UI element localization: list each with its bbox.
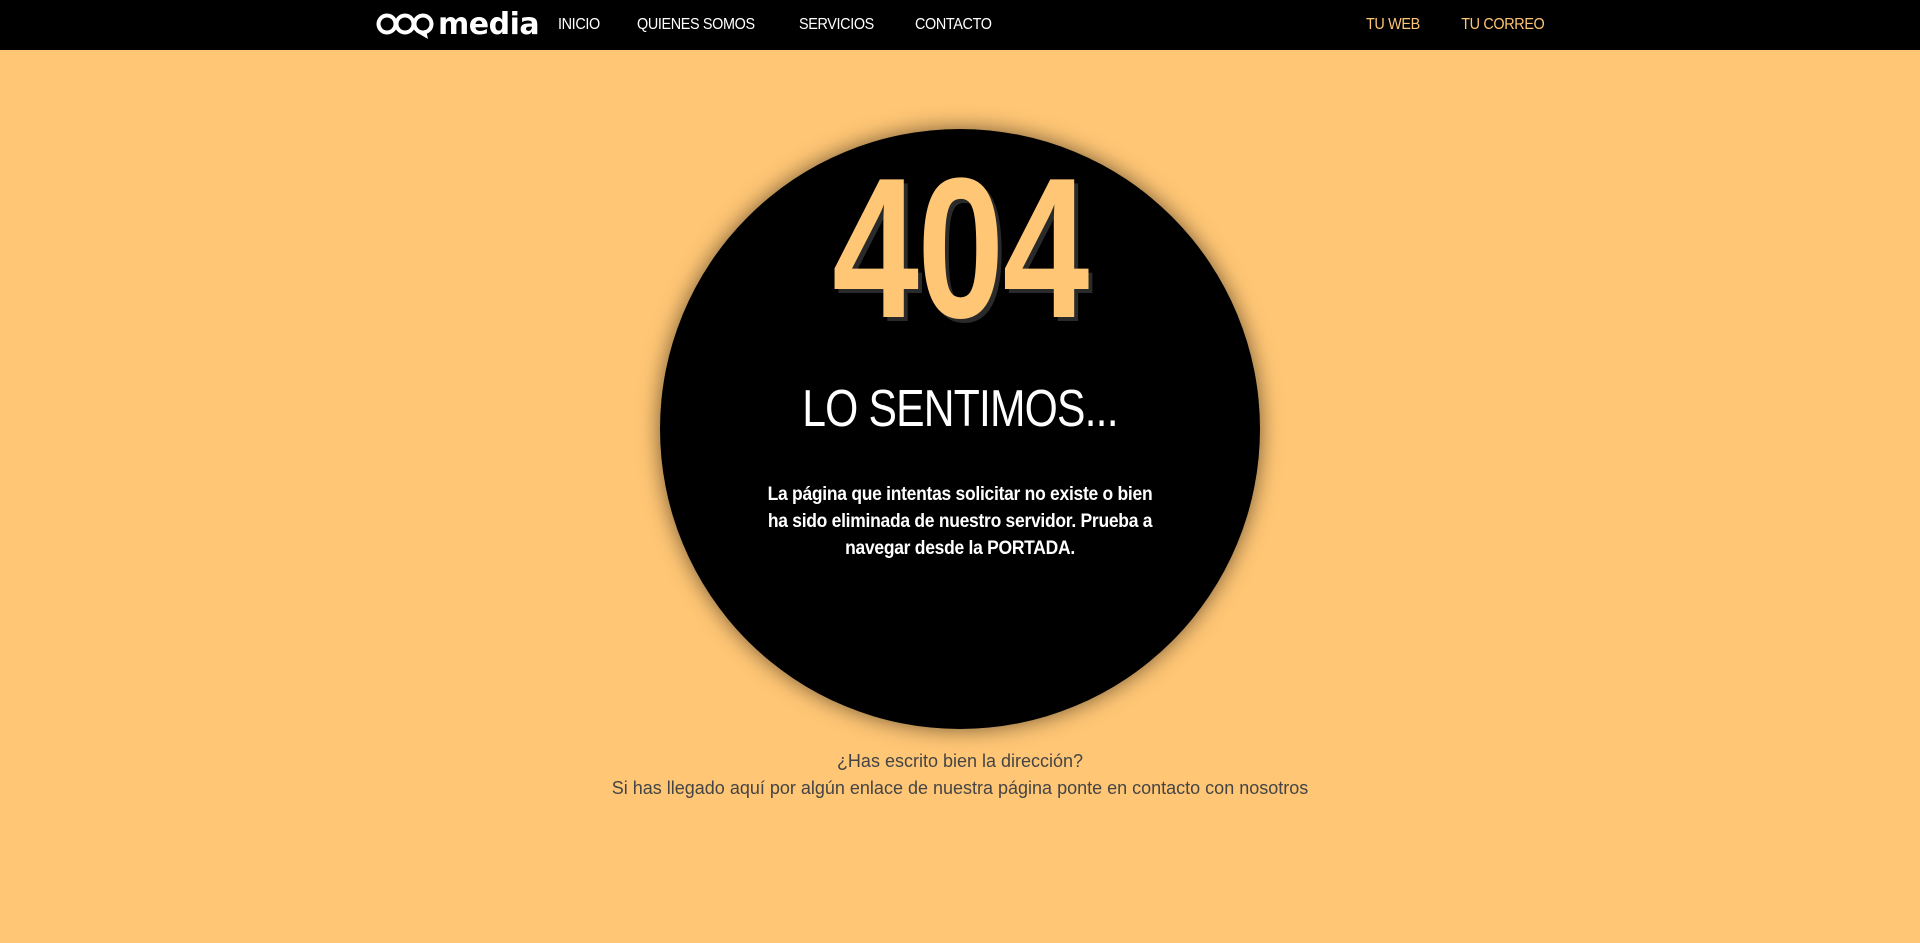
nav-inicio[interactable]: INICIO (558, 16, 600, 34)
error-code: 404 (832, 137, 1089, 360)
help-text: ¿Has escrito bien la dirección? Si has l… (0, 748, 1920, 802)
nav-servicios[interactable]: SERVICIOS (799, 16, 874, 34)
secondary-nav: TU WEB TU CORREO (1328, 0, 1545, 50)
nav-quienes-somos[interactable]: QUIENES SOMOS (637, 16, 755, 34)
main-nav: INICIO QUIENES SOMOS SERVICIOS CONTACTO (558, 0, 1032, 50)
error-circle: 404 LO SENTIMOS... La página que intenta… (660, 129, 1260, 729)
brand-name: media (438, 7, 540, 42)
nav-tu-web[interactable]: TU WEB (1366, 16, 1420, 34)
top-navigation-bar: media INICIO QUIENES SOMOS SERVICIOS CON… (0, 0, 1920, 50)
error-title: LO SENTIMOS... (802, 380, 1118, 438)
error-message: La página que intentas solicitar no exis… (767, 484, 1153, 559)
speech-bubbles-logo-icon (376, 13, 434, 39)
nav-contacto[interactable]: CONTACTO (915, 16, 992, 34)
help-line-address: ¿Has escrito bien la dirección? (836, 751, 1084, 771)
nav-tu-correo[interactable]: TU CORREO (1461, 16, 1545, 34)
site-logo[interactable]: media (376, 7, 540, 42)
help-line-contact: Si has llegado aquí por algún enlace de … (611, 778, 1309, 798)
